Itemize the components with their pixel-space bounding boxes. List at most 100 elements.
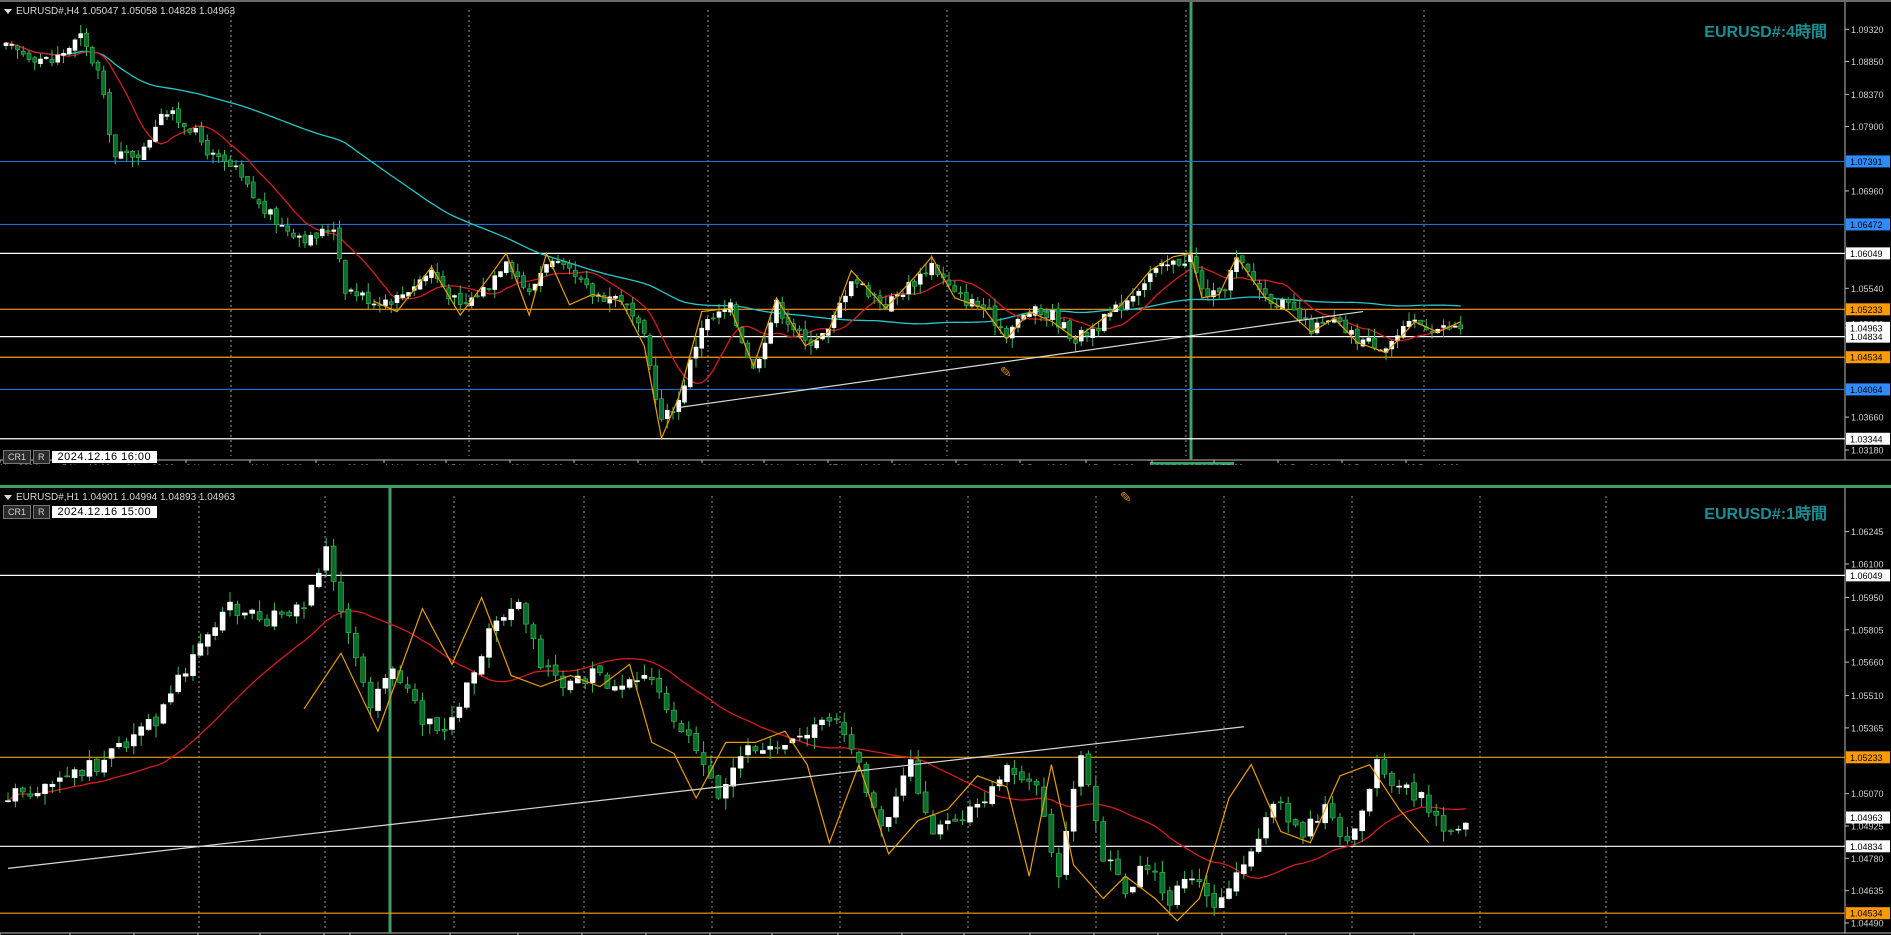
candle-body (656, 677, 663, 693)
candle-body (1084, 332, 1090, 337)
candle-body (130, 151, 135, 158)
candle-body (388, 301, 394, 305)
candle-body (342, 260, 348, 294)
candle-body (584, 278, 590, 286)
candle-body (1107, 859, 1114, 862)
candle-body (1381, 759, 1388, 775)
candle-body (1255, 838, 1262, 852)
collapse-triangle-icon[interactable] (4, 8, 12, 14)
candle-body (756, 358, 762, 369)
candle-body (204, 140, 210, 156)
candle-body (693, 733, 700, 752)
candle-body (216, 153, 222, 157)
candle-body (1458, 324, 1464, 330)
candle-body (952, 285, 958, 292)
candle-body (55, 54, 61, 63)
candle-body (1055, 308, 1061, 328)
candle-body (1285, 298, 1291, 303)
cr1-button[interactable]: CR1 (3, 505, 32, 519)
candle-body (199, 126, 204, 143)
candle-body (1124, 300, 1130, 310)
candle-body (268, 209, 273, 215)
candle-body (900, 775, 907, 796)
candle-body (767, 745, 774, 750)
r-button[interactable]: R (33, 505, 50, 519)
h4-tool-bar: CR1 R 2024.12.16 16:00 (3, 450, 158, 464)
candle-body (256, 611, 263, 621)
candle-body (1448, 830, 1454, 832)
candle-body (79, 769, 85, 777)
candle-body (922, 791, 929, 813)
h1-header-text: EURUSD#,H1 1.04901 1.04994 1.04893 1.049… (16, 492, 236, 503)
level-price-label: 1.07391 (1850, 157, 1883, 167)
h4-chart-svg[interactable]: 1.09320 1.08850 1.08370 1.07900 1.06960 1.055… (0, 2, 1891, 465)
candle-body (5, 800, 11, 802)
candle-body (239, 164, 245, 178)
candle-body (187, 128, 193, 133)
candle-body (500, 617, 507, 621)
candle-body (271, 610, 278, 627)
candle-body (205, 634, 211, 647)
candle-body (112, 134, 118, 158)
candle-body (974, 803, 981, 808)
candle-body (1263, 817, 1269, 839)
candle-body (802, 329, 808, 341)
candle-body (3, 42, 9, 46)
cr1-button[interactable]: CR1 (3, 450, 32, 464)
r-button[interactable]: R (33, 450, 50, 464)
candle-body (331, 229, 337, 232)
h1-chart-pane[interactable]: 1.06245 1.06100 1.05950 1.05805 1.05660 1.055… (0, 485, 1891, 935)
candle-body (963, 292, 969, 306)
candle-body (1396, 785, 1402, 788)
candle-body (915, 760, 922, 794)
level-price-label: 1.03344 (1850, 434, 1883, 444)
candle-body (722, 309, 728, 312)
candle-body (168, 693, 174, 703)
candle-body (1147, 273, 1153, 283)
candle-body (848, 734, 855, 750)
candle-body (441, 728, 448, 732)
candle-body (1337, 817, 1343, 837)
candle-body (544, 264, 549, 273)
candle-body (937, 824, 944, 835)
candle-body (530, 624, 537, 639)
candle-body (15, 45, 20, 50)
candle-body (762, 342, 768, 360)
candle-body (412, 689, 418, 702)
collapse-triangle-icon[interactable] (4, 494, 12, 500)
candle-body (819, 719, 825, 726)
candle-body (315, 572, 322, 588)
candle-body (687, 359, 693, 388)
candle-body (685, 729, 692, 736)
candle-body (43, 56, 49, 59)
candle-body (273, 208, 279, 225)
pane-separator[interactable] (0, 465, 1891, 485)
candle-body (345, 608, 352, 633)
candle-body (1248, 851, 1254, 867)
zigzag-line (373, 251, 1461, 441)
candle-body (1359, 810, 1365, 832)
candle-body (249, 609, 255, 614)
candle-body (597, 665, 603, 674)
candle-body (1027, 313, 1032, 317)
candle-body (1455, 828, 1462, 831)
candle-body (856, 751, 862, 763)
candle-body (153, 126, 158, 142)
h1-chart-svg[interactable]: 1.06245 1.06100 1.05950 1.05805 1.05660 1.055… (0, 488, 1891, 935)
price-tick-label: 1.08850 (1851, 57, 1884, 67)
candle-body (752, 746, 759, 752)
candle-body (804, 734, 811, 739)
candle-body (737, 756, 744, 769)
h4-chart-pane[interactable]: 1.09320 1.08850 1.08370 1.07900 1.06960 1.055… (0, 0, 1891, 465)
candle-body (302, 234, 308, 244)
candle-body (1204, 883, 1210, 897)
candle-body (1412, 319, 1418, 322)
candle-body (521, 275, 526, 288)
candle-body (250, 181, 256, 199)
candle-body (693, 346, 699, 359)
candle-body (160, 704, 167, 724)
candle-body (233, 165, 239, 168)
price-tick-label: 1.06960 (1851, 186, 1884, 196)
candle-body (1018, 771, 1025, 781)
candle-body (175, 674, 181, 692)
